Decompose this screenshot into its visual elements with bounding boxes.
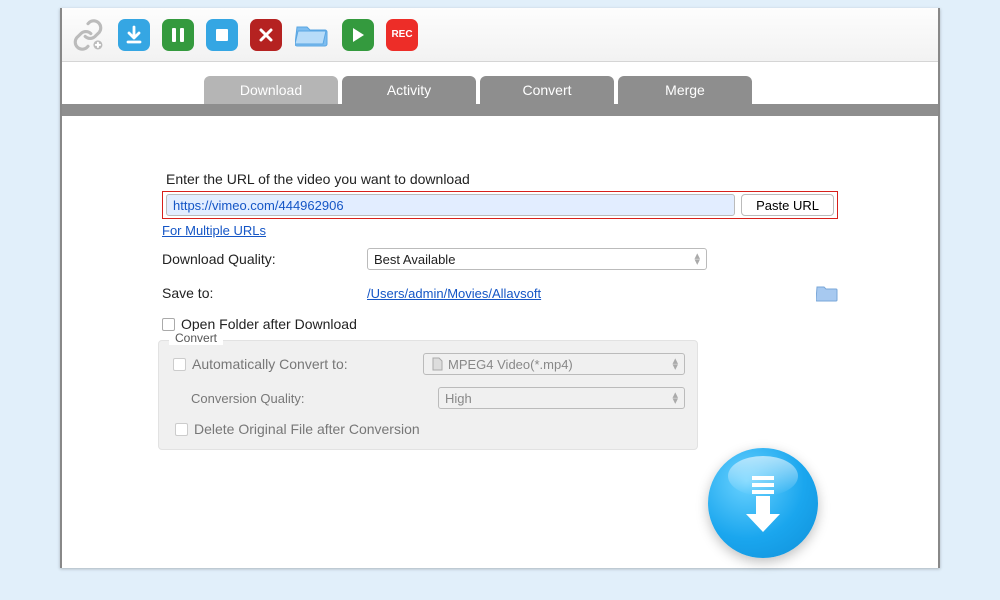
conversion-quality-label: Conversion Quality: bbox=[173, 391, 438, 406]
open-folder-row: Open Folder after Download bbox=[162, 316, 838, 332]
stepper-icon: ▴▾ bbox=[672, 392, 678, 404]
file-icon bbox=[430, 357, 444, 371]
stepper-icon: ▴▾ bbox=[694, 253, 700, 265]
delete-original-checkbox[interactable] bbox=[175, 423, 188, 436]
convert-fieldset: Convert Automatically Convert to: MPEG4 … bbox=[158, 340, 698, 450]
convert-legend: Convert bbox=[169, 331, 223, 345]
conversion-quality-value: High bbox=[445, 391, 472, 406]
multi-urls-link[interactable]: For Multiple URLs bbox=[162, 223, 266, 238]
browse-folder-button[interactable] bbox=[816, 284, 838, 302]
delete-original-row: Delete Original File after Conversion bbox=[173, 421, 685, 437]
app-window: REC Download Activity Convert Merge Ente… bbox=[60, 8, 940, 568]
tab-download[interactable]: Download bbox=[204, 76, 338, 104]
stop-button[interactable] bbox=[206, 19, 238, 51]
download-quality-value: Best Available bbox=[374, 252, 455, 267]
tabs: Download Activity Convert Merge bbox=[62, 76, 938, 104]
toolbar: REC bbox=[62, 8, 938, 62]
save-path-link[interactable]: /Users/admin/Movies/Allavsoft bbox=[367, 286, 810, 301]
tab-bar-divider bbox=[62, 104, 938, 116]
url-group: Paste URL bbox=[162, 191, 838, 219]
url-input[interactable] bbox=[166, 194, 735, 216]
download-quality-label: Download Quality: bbox=[162, 251, 367, 267]
pause-button[interactable] bbox=[162, 19, 194, 51]
delete-original-label: Delete Original File after Conversion bbox=[194, 421, 420, 437]
auto-convert-checkbox[interactable] bbox=[173, 358, 186, 371]
open-folder-button[interactable] bbox=[294, 19, 330, 51]
convert-format-value: MPEG4 Video(*.mp4) bbox=[448, 357, 573, 372]
tab-convert[interactable]: Convert bbox=[480, 76, 614, 104]
paste-url-button[interactable]: Paste URL bbox=[741, 194, 834, 216]
tab-activity[interactable]: Activity bbox=[342, 76, 476, 104]
cancel-button[interactable] bbox=[250, 19, 282, 51]
play-button[interactable] bbox=[342, 19, 374, 51]
convert-format-select[interactable]: MPEG4 Video(*.mp4) ▴▾ bbox=[423, 353, 685, 375]
url-prompt-label: Enter the URL of the video you want to d… bbox=[162, 171, 838, 187]
auto-convert-label: Automatically Convert to: bbox=[192, 356, 348, 372]
record-button[interactable]: REC bbox=[386, 19, 418, 51]
stepper-icon: ▴▾ bbox=[672, 358, 678, 370]
open-folder-label: Open Folder after Download bbox=[181, 316, 357, 332]
download-button[interactable] bbox=[118, 19, 150, 51]
conversion-quality-select[interactable]: High ▴▾ bbox=[438, 387, 685, 409]
download-quality-select[interactable]: Best Available ▴▾ bbox=[367, 248, 707, 270]
download-panel: Enter the URL of the video you want to d… bbox=[62, 116, 938, 470]
start-download-button[interactable] bbox=[708, 448, 818, 558]
open-folder-checkbox[interactable] bbox=[162, 318, 175, 331]
add-link-button[interactable] bbox=[70, 17, 106, 53]
save-to-label: Save to: bbox=[162, 285, 367, 301]
tab-merge[interactable]: Merge bbox=[618, 76, 752, 104]
